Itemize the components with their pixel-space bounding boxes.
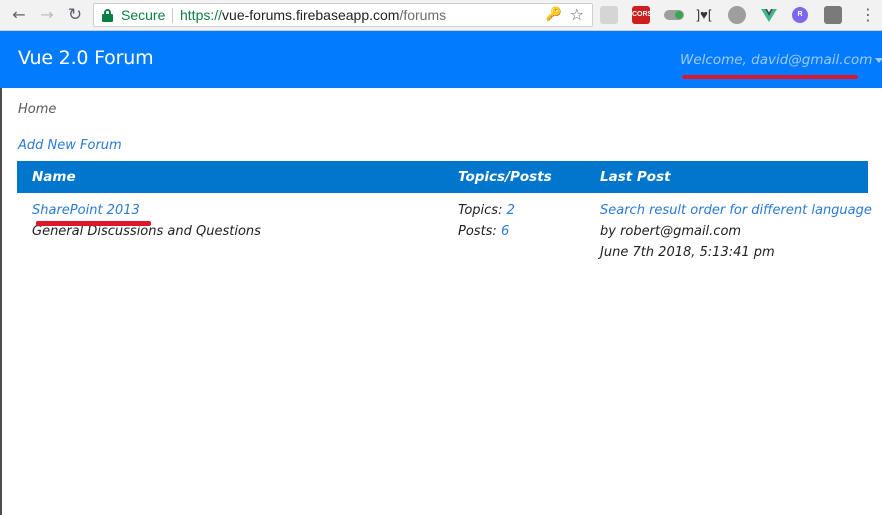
last-post-title-link[interactable]: Search result order for different langua…: [600, 203, 872, 218]
forward-arrow-icon[interactable]: →: [36, 4, 58, 26]
vue-devtools-icon[interactable]: [760, 6, 778, 24]
user-menu-toggle[interactable]: Welcome, david@gmail.com: [680, 52, 882, 68]
secure-label: Secure: [121, 7, 166, 23]
posts-count-link[interactable]: 6: [501, 224, 509, 239]
extension-hexagon-icon[interactable]: [728, 6, 746, 24]
reload-icon[interactable]: ↻: [64, 4, 86, 26]
key-icon[interactable]: 🔑: [546, 7, 562, 22]
red-underline-annotation-forum: [36, 221, 151, 226]
page-left-border: [0, 88, 2, 515]
last-post-date: June 7th 2018, 5:13:41 pm: [600, 245, 775, 260]
forum-name-link[interactable]: SharePoint 2013: [32, 203, 140, 218]
header-name: Name: [32, 169, 76, 185]
add-new-forum-link[interactable]: Add New Forum: [18, 138, 122, 153]
extension-bracket-icon[interactable]: ]♥[: [695, 6, 713, 24]
red-underline-annotation: [682, 75, 858, 79]
address-bar[interactable]: Secure https://vue-forums.firebaseapp.co…: [93, 3, 593, 27]
caret-down-icon: [875, 57, 882, 63]
url-text[interactable]: https://vue-forums.firebaseapp.com/forum…: [180, 7, 446, 23]
omnibox-divider: [172, 8, 173, 23]
forum-description: General Discussions and Questions: [32, 224, 261, 239]
extension-square-icon[interactable]: [824, 6, 842, 24]
lock-icon: [102, 9, 113, 22]
posts-count-line: Posts: 6: [458, 224, 509, 239]
url-path: /forums: [399, 7, 447, 23]
header-last-post: Last Post: [600, 169, 671, 185]
welcome-text: Welcome, david@gmail.com: [680, 52, 873, 68]
brand-title[interactable]: Vue 2.0 Forum: [18, 47, 154, 69]
back-arrow-icon[interactable]: ←: [8, 4, 30, 26]
browser-menu-icon[interactable]: ⋮: [860, 4, 876, 26]
forums-table-header: Name Topics/Posts Last Post: [17, 161, 868, 193]
last-post-author: by robert@gmail.com: [600, 224, 742, 239]
url-host: vue-forums.firebaseapp.com: [222, 7, 400, 23]
extension-save-icon[interactable]: [600, 6, 618, 24]
bookmark-star-icon[interactable]: ☆: [570, 5, 584, 24]
extension-r-icon[interactable]: R: [792, 7, 808, 23]
posts-label: Posts:: [458, 224, 497, 239]
breadcrumb: Home: [18, 102, 57, 117]
topics-label: Topics:: [458, 203, 503, 218]
browser-toolbar: ← → ↻ Secure https://vue-forums.firebase…: [0, 0, 882, 31]
topics-count-line: Topics: 2: [458, 203, 515, 218]
url-scheme: https://: [180, 7, 223, 23]
app-navbar: Vue 2.0 Forum Welcome, david@gmail.com: [0, 31, 882, 88]
extension-cors-icon[interactable]: CORS: [632, 6, 652, 24]
extension-toggle-icon[interactable]: [664, 10, 684, 20]
topics-count-link[interactable]: 2: [507, 203, 515, 218]
header-topics-posts: Topics/Posts: [458, 169, 552, 185]
